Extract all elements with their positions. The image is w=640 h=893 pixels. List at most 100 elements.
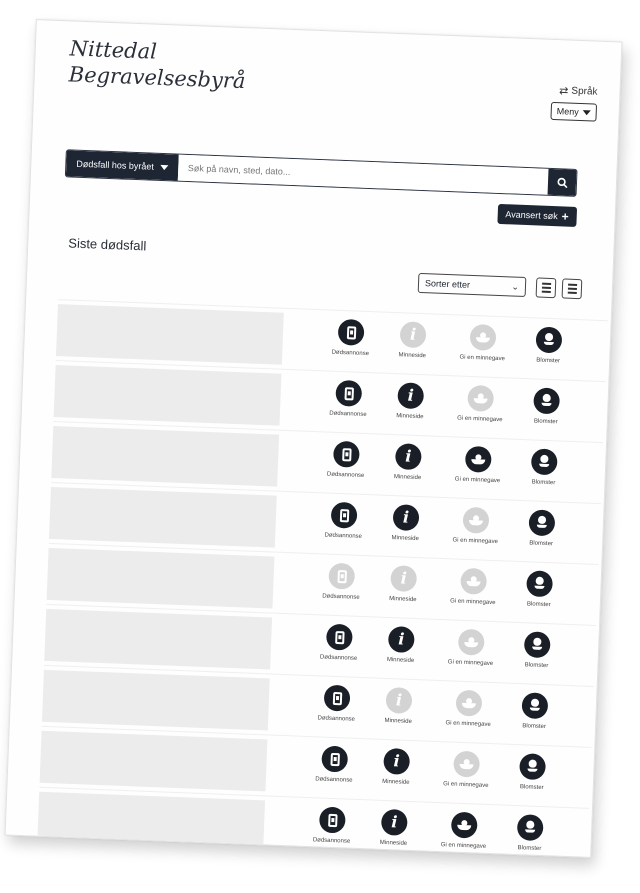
action-label: Blomster [526,601,551,609]
obituary-image[interactable] [46,547,275,609]
action-circle: i [383,747,411,775]
chevron-down-icon: ⌄ [511,280,520,292]
hands-icon [473,393,487,404]
action-circle: i [380,808,408,836]
action-label: Minneside [379,839,408,847]
obituary-image[interactable] [51,426,280,487]
memorial-page-button[interactable]: i Minneside [373,503,438,542]
flowers-button[interactable]: Blomster [507,570,572,609]
action-label: Dødsannonse [324,532,363,540]
language-selector[interactable]: ⇄ Språk [559,84,598,98]
action-label: Dødsannonse [331,349,370,358]
action-label: Gi en minnegave [457,415,503,424]
action-circle [467,384,495,412]
flowers-button[interactable]: Blomster [514,387,579,426]
search-type-dropdown[interactable]: Dødsfall hos byrået [65,150,179,181]
action-circle [337,318,365,346]
flowers-button[interactable]: Blomster [502,691,567,730]
action-circle [328,562,356,590]
list-view-button[interactable] [535,277,557,299]
memorial-page-button[interactable]: i Minneside [378,381,443,420]
memorial-gift-button[interactable]: Gi en minnegave [445,445,510,484]
flowers-button[interactable]: Blomster [500,752,565,791]
memorial-page-button[interactable]: i Minneside [361,808,426,847]
flowers-button[interactable]: Blomster [516,326,581,365]
list-icon [541,282,551,293]
death-notice-button[interactable]: Dødsannonse [318,318,383,357]
logo-line-2: Begravelsesbyrå [68,62,246,94]
memorial-gift-button: Gi en minnegave [441,567,506,606]
death-notice-button[interactable]: Dødsannonse [316,379,381,418]
caret-down-icon [582,109,591,115]
death-notice-button[interactable]: Dødsannonse [314,440,379,479]
action-label: Minneside [382,778,410,786]
menu-button[interactable]: Meny [550,101,598,122]
death-notice-button[interactable]: Dødsannonse [302,745,367,784]
memorial-page-button: i Minneside [371,564,436,603]
action-circle: i [387,626,415,654]
info-icon: i [390,812,398,832]
death-notice-button[interactable]: Dødsannonse [304,684,369,723]
action-label: Gi en minnegave [450,598,496,607]
action-label: Minneside [396,413,424,421]
memorial-gift-button: Gi en minnegave [443,506,508,545]
action-circle [533,387,561,415]
obituary-image[interactable] [37,791,266,853]
action-label: Dødsannonse [312,837,351,845]
search-button[interactable] [547,168,577,196]
flower-icon [536,516,549,530]
death-notice-button[interactable]: Dødsannonse [306,623,371,662]
hands-icon [464,637,478,648]
action-circle [523,631,551,659]
obituary-image[interactable] [53,365,282,426]
flowers-button[interactable]: Blomster [504,631,569,670]
memorial-page-button[interactable]: i Minneside [368,625,433,664]
obituary-image[interactable] [48,486,277,548]
death-notice-button[interactable]: Dødsannonse [311,501,376,540]
memorial-page-button: i Minneside [380,321,445,360]
obituary-image[interactable] [55,304,284,365]
info-icon: i [397,629,405,649]
hands-icon [469,515,483,526]
obituary-actions: Dødsannonse i Minneside Gi en minnegave Blom… [308,562,580,620]
hands-icon [466,576,480,587]
flowers-button[interactable]: Blomster [497,813,562,852]
menu-label: Meny [556,106,579,117]
memorial-gift-button[interactable]: Gi en minnegave [431,811,496,850]
phone-icon [341,447,352,461]
action-circle: i [394,443,422,471]
action-circle [535,326,563,354]
compact-view-button[interactable] [561,278,583,300]
search-type-label: Dødsfall hos byrået [76,158,155,172]
obituary-image[interactable] [44,608,273,670]
memorial-page-button[interactable]: i Minneside [364,747,429,786]
advanced-search-button[interactable]: Avansert søk + [496,203,578,227]
obituary-image[interactable] [41,669,270,731]
flowers-button[interactable]: Blomster [509,509,574,548]
info-icon: i [409,324,417,344]
phone-icon [336,569,347,583]
obituary-image[interactable] [39,730,268,792]
phone-icon [334,630,345,644]
action-circle [335,379,363,407]
action-label: Minneside [386,656,415,665]
memorial-page-button[interactable]: i Minneside [375,442,440,481]
search-input[interactable] [177,154,549,195]
obituary-actions: Dødsannonse i Minneside Gi en minnegave Blom… [318,318,590,376]
death-notice-button[interactable]: Dødsannonse [299,806,364,845]
sort-select[interactable]: Sorter etter ⌄ [417,272,527,298]
action-label: Blomster [517,845,542,853]
logo[interactable]: Nittedal Begravelsesbyrå [68,35,247,94]
action-label: Minneside [398,352,427,360]
flowers-button[interactable]: Blomster [511,448,576,487]
action-circle [528,509,556,537]
action-label: Dødsannonse [315,776,353,784]
action-circle [526,570,554,598]
action-circle: i [385,686,413,714]
hands-icon [459,759,473,770]
info-icon: i [395,690,403,710]
hands-icon [462,698,476,709]
memorial-gift-button: Gi en minnegave [448,384,513,423]
flower-icon [540,394,553,408]
memorial-gift-button: Gi en minnegave [434,750,499,789]
